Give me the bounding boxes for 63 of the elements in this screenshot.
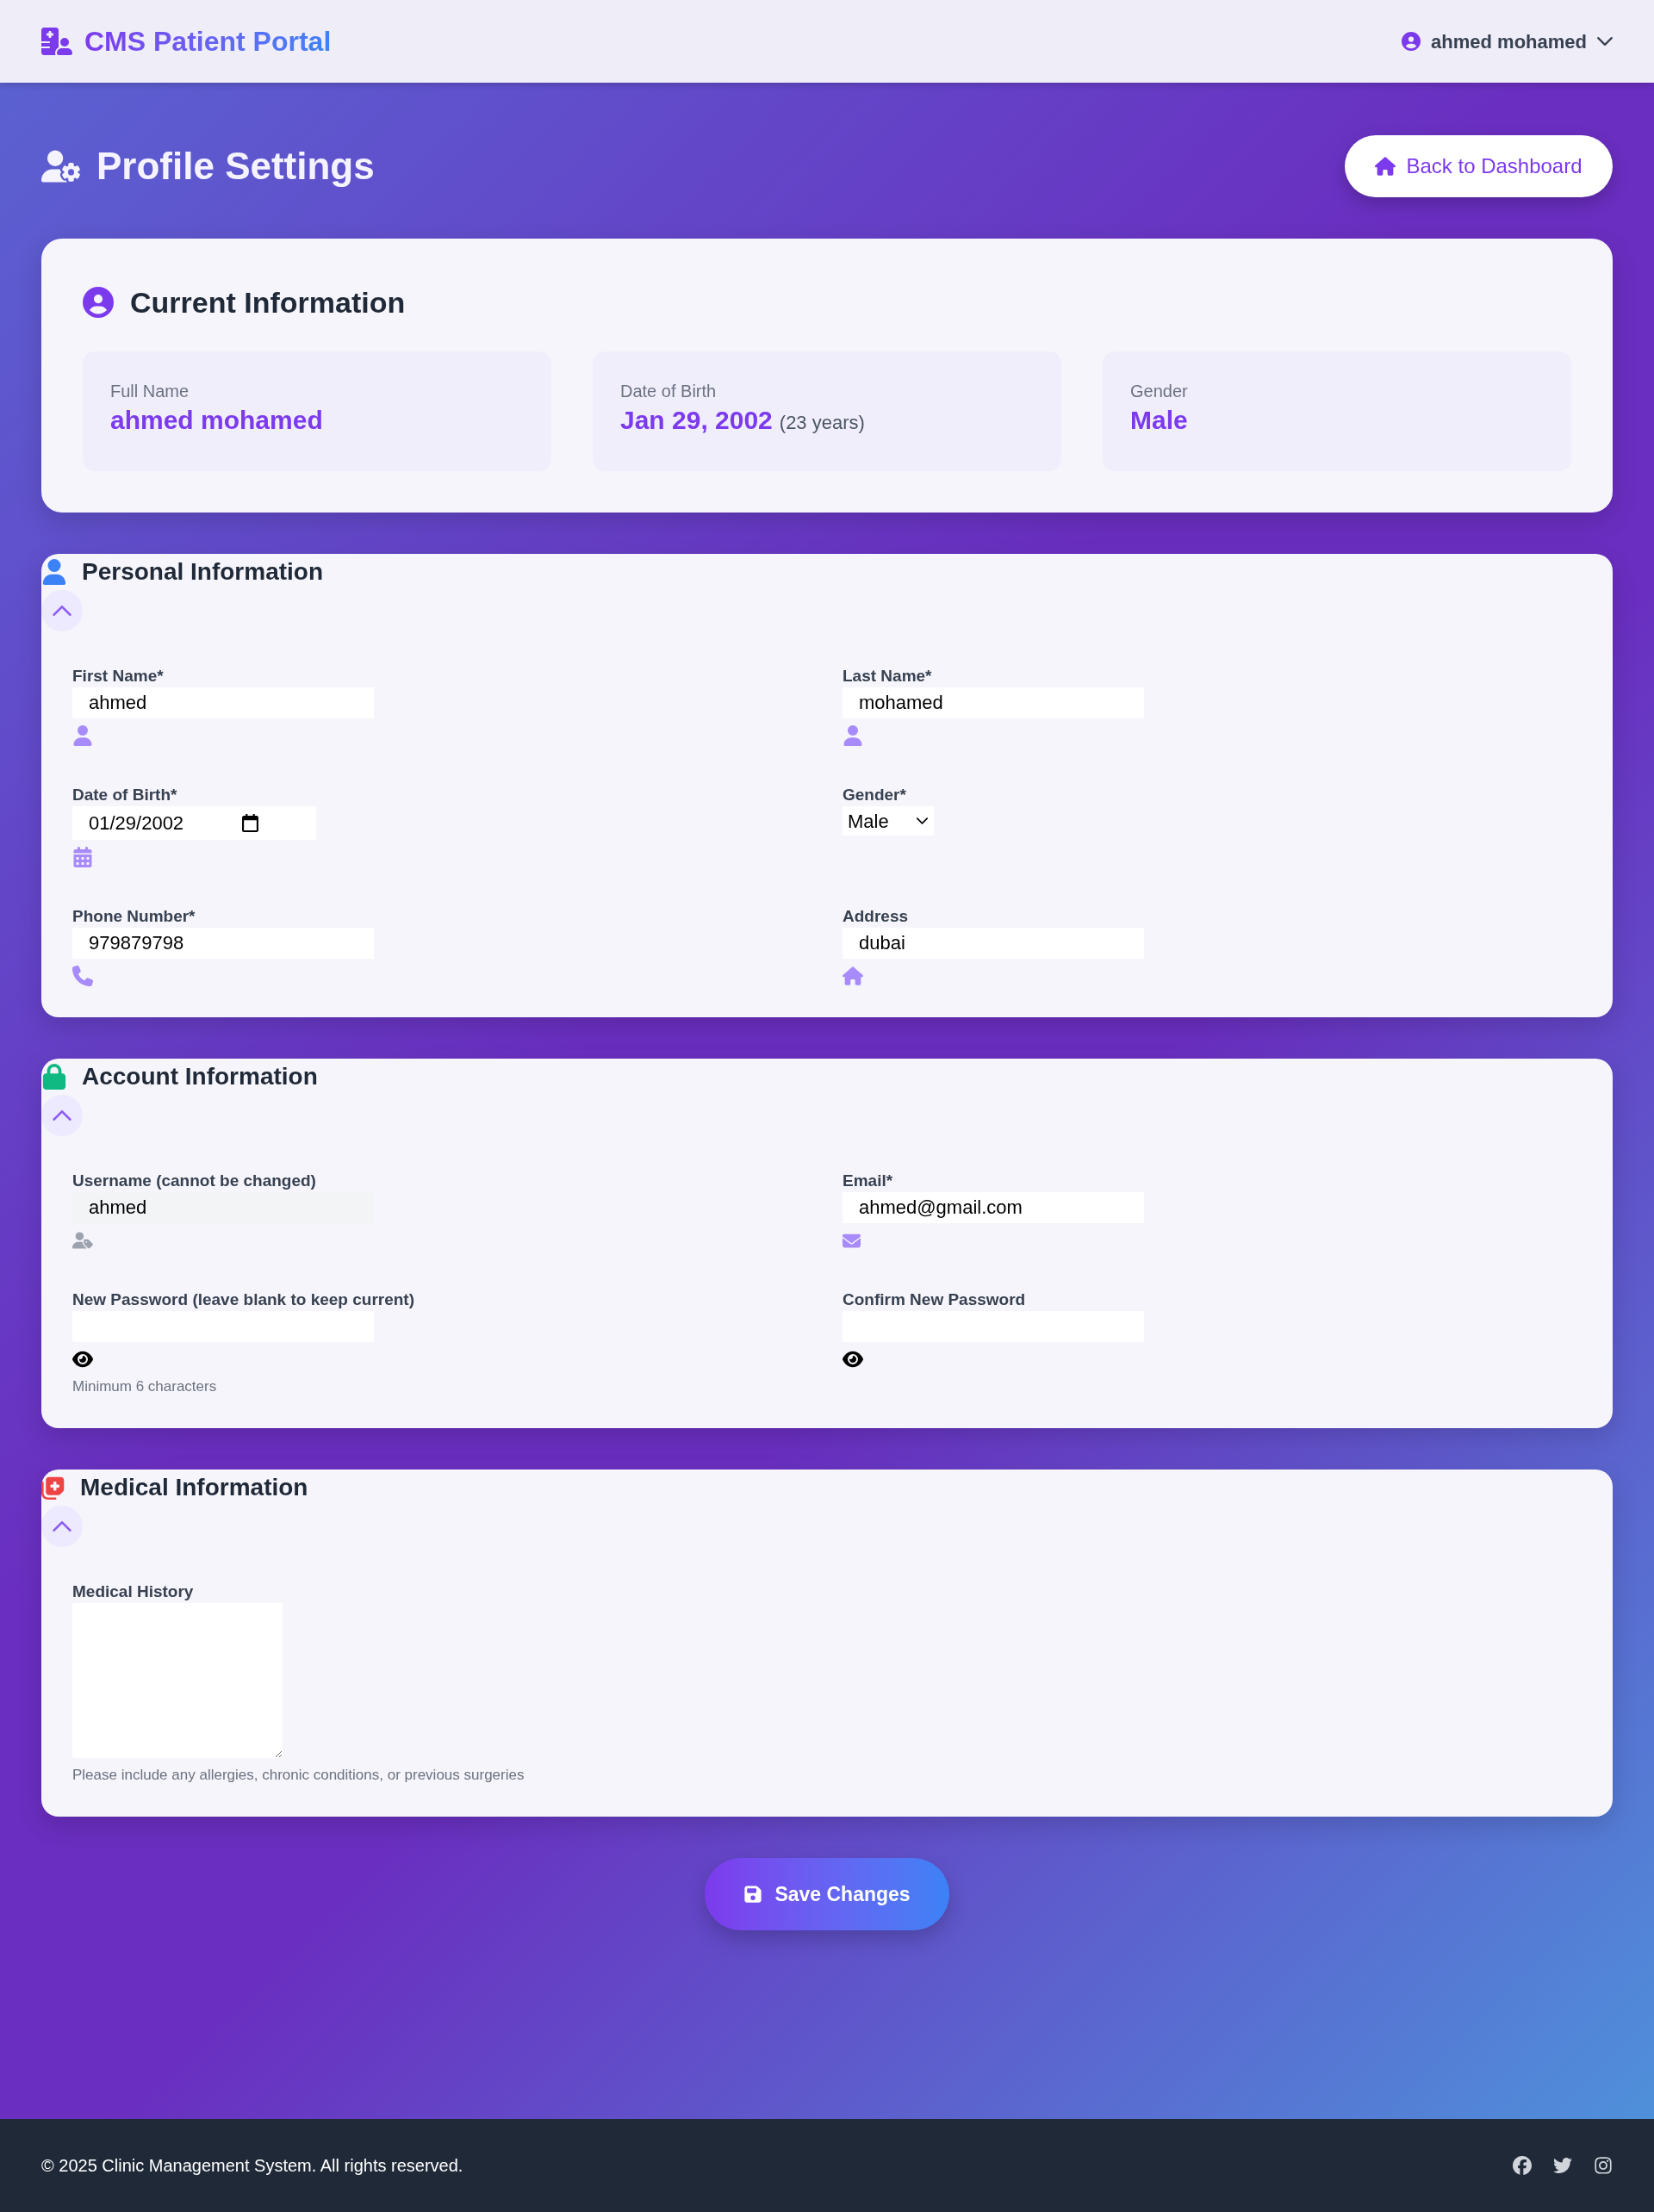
field-hint: Please include any allergies, chronic conditions, or previous surgeries [72, 1766, 525, 1785]
info-value: ahmed mohamed [110, 405, 323, 436]
collapse-button[interactable] [41, 1095, 83, 1136]
collapse-button[interactable] [41, 1506, 83, 1547]
field-label: Medical History [72, 1581, 194, 1602]
date-field[interactable]: 01/29/2002 [72, 806, 316, 840]
instagram-icon[interactable] [1594, 2156, 1613, 2175]
gender-select[interactable]: Male [843, 806, 934, 836]
copyright-text: © 2025 Clinic Management System. All rights reserved. [41, 2155, 463, 2177]
card-title: Current Information [130, 284, 406, 320]
field-label: Email* [843, 1171, 893, 1191]
field-label: Phone Number* [72, 906, 196, 927]
name-field[interactable]: mohamed [843, 687, 1144, 718]
chevron-down-icon [917, 817, 928, 824]
home-icon [1375, 156, 1396, 177]
medical-notes-icon [41, 1476, 65, 1500]
twitter-icon[interactable] [1553, 2156, 1572, 2175]
field-label: Address [843, 906, 909, 927]
field-hint: Minimum 6 characters [72, 1377, 217, 1396]
info-label: Gender [1130, 381, 1189, 402]
eye-icon[interactable] [72, 1349, 93, 1370]
address-field[interactable]: dubai [843, 928, 1144, 959]
name-field[interactable]: ahmed [72, 687, 374, 718]
field-label: Confirm New Password [843, 1289, 1026, 1310]
chevron-up-icon [53, 606, 72, 616]
collapse-button[interactable] [41, 590, 83, 631]
section-title: Personal Information [82, 557, 324, 587]
field-label: First Name* [72, 666, 164, 687]
field-label: Gender* [843, 785, 906, 805]
phone-field[interactable]: 979879798 [72, 928, 374, 959]
back-to-dashboard-button[interactable]: Back to Dashboard [1345, 135, 1613, 197]
chevron-up-icon [53, 1110, 72, 1121]
user-icon [41, 559, 67, 585]
email-field[interactable]: ahmed@gmail.com [843, 1192, 1144, 1223]
facebook-icon[interactable] [1513, 2156, 1532, 2175]
field-label: New Password (leave blank to keep current) [72, 1289, 415, 1310]
save-icon [743, 1885, 763, 1904]
calendar-icon[interactable] [242, 814, 259, 832]
age-note: (23 years) [779, 411, 865, 435]
field-label: Last Name* [843, 666, 932, 687]
hospital-user-icon [41, 26, 72, 57]
info-label: Full Name [110, 381, 190, 402]
phone-icon [72, 966, 93, 986]
section-title: Account Information [82, 1062, 318, 1091]
save-button[interactable]: Save Changes [705, 1858, 949, 1930]
page-title: Profile Settings [96, 144, 375, 189]
medical-history-field[interactable] [72, 1603, 283, 1758]
chevron-up-icon [53, 1521, 72, 1532]
lock-icon [41, 1064, 67, 1090]
home-icon [843, 966, 863, 986]
field-label: Date of Birth* [72, 785, 177, 805]
field-label: Username (cannot be changed) [72, 1171, 316, 1191]
section-title: Medical Information [80, 1473, 308, 1502]
chevron-down-icon [1597, 37, 1613, 46]
info-value: Jan 29, 2002 [620, 405, 773, 436]
info-label: Date of Birth [620, 381, 718, 402]
eye-icon[interactable] [843, 1349, 863, 1370]
user-tag-icon [72, 1230, 93, 1251]
user-icon [72, 725, 93, 746]
user-icon [843, 725, 863, 746]
user-menu-button[interactable]: ahmed mohamed [1402, 27, 1613, 56]
calendar-icon [72, 847, 93, 867]
info-value: Male [1130, 405, 1188, 436]
